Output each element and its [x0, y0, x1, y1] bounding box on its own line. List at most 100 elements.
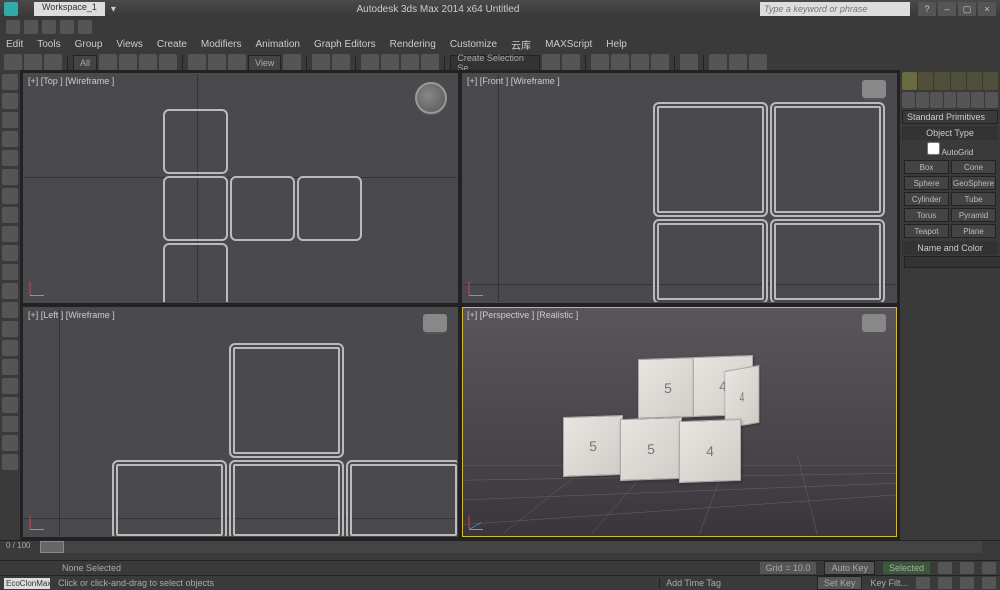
lt-tool-14-icon[interactable] [2, 435, 18, 451]
menu-customize[interactable]: Customize [450, 39, 497, 50]
layer-icon[interactable] [591, 54, 609, 72]
menu-maxscript[interactable]: MAXScript [545, 39, 592, 50]
create-sphere-button[interactable]: Sphere [904, 176, 949, 190]
lt-tool-5-icon[interactable] [2, 264, 18, 280]
menu-group[interactable]: Group [75, 39, 103, 50]
cmd-tab-modify-icon[interactable] [918, 72, 933, 90]
render-setup-icon[interactable] [709, 54, 727, 72]
keyboard-icon[interactable] [332, 54, 350, 72]
bind-icon[interactable] [44, 54, 62, 72]
help-icon[interactable]: ? [918, 2, 936, 16]
object-type-rollout[interactable]: Object Type [902, 126, 998, 140]
key-filters-button[interactable]: Key Filt... [870, 578, 908, 588]
maximize-icon[interactable]: ▢ [958, 2, 976, 16]
menu-graph-editors[interactable]: Graph Editors [314, 39, 376, 50]
timeline-track[interactable] [40, 541, 982, 553]
menu-tools[interactable]: Tools [37, 39, 60, 50]
menu-help[interactable]: Help [606, 39, 627, 50]
select-icon[interactable] [99, 54, 117, 72]
autogrid-checkbox[interactable] [927, 142, 940, 155]
cmd-tab-create-icon[interactable] [902, 72, 917, 90]
create-teapot-button[interactable]: Teapot [904, 224, 949, 238]
curve-editor-icon[interactable] [631, 54, 649, 72]
lt-tool-11-icon[interactable] [2, 378, 18, 394]
menu-modifiers[interactable]: Modifiers [201, 39, 242, 50]
nav-max-icon[interactable] [982, 577, 996, 589]
nav-zoom-icon[interactable] [938, 577, 952, 589]
minimize-icon[interactable]: – [938, 2, 956, 16]
render-icon[interactable] [749, 54, 767, 72]
sub-tab-geom-icon[interactable] [902, 92, 915, 108]
schematic-icon[interactable] [651, 54, 669, 72]
sub-tab-space-icon[interactable] [971, 92, 984, 108]
lt-paint-icon[interactable] [2, 150, 18, 166]
create-tube-button[interactable]: Tube [951, 192, 996, 206]
unlink-icon[interactable] [24, 54, 42, 72]
sub-tab-light-icon[interactable] [930, 92, 943, 108]
lt-tool-9-icon[interactable] [2, 340, 18, 356]
scale-icon[interactable] [228, 54, 246, 72]
search-input[interactable] [760, 2, 910, 16]
lt-tool-1-icon[interactable] [2, 188, 18, 204]
menu-edit[interactable]: Edit [6, 39, 23, 50]
sub-tab-cam-icon[interactable] [944, 92, 957, 108]
cmd-tab-motion-icon[interactable] [951, 72, 966, 90]
create-plane-button[interactable]: Plane [951, 224, 996, 238]
align-icon[interactable] [562, 54, 580, 72]
lt-tool-6-icon[interactable] [2, 283, 18, 299]
menu-views[interactable]: Views [116, 39, 143, 50]
viewcube-icon[interactable] [423, 314, 447, 332]
lt-tool-12-icon[interactable] [2, 397, 18, 413]
prev-key-icon[interactable] [938, 562, 952, 574]
rotate-icon[interactable] [208, 54, 226, 72]
viewport-persp-label[interactable]: [+] [Perspective ] [Realistic ] [467, 310, 578, 320]
cmd-tab-util-icon[interactable] [983, 72, 998, 90]
timeline-slider[interactable] [40, 541, 64, 553]
named-selection-combo[interactable]: Create Selection Se [450, 55, 540, 71]
create-cylinder-button[interactable]: Cylinder [904, 192, 949, 206]
cube-object[interactable]: 5 [638, 357, 698, 419]
key-mode-selected[interactable]: Selected [883, 562, 930, 574]
lt-move-icon[interactable] [2, 93, 18, 109]
cmd-tab-display-icon[interactable] [967, 72, 982, 90]
qa-open-icon[interactable] [24, 20, 38, 34]
link-icon[interactable] [4, 54, 22, 72]
primitive-type-dropdown[interactable]: Standard Primitives [902, 110, 998, 124]
create-pyramid-button[interactable]: Pyramid [951, 208, 996, 222]
object-name-input[interactable] [904, 256, 1000, 268]
viewport-perspective[interactable]: [+] [Perspective ] [Realistic ] 5 4 4 5 … [462, 307, 897, 537]
qa-save-icon[interactable] [42, 20, 56, 34]
viewport-front-label[interactable]: [+] [Front ] [Wireframe ] [467, 76, 560, 86]
pivot-icon[interactable] [283, 54, 301, 72]
selection-filter-combo[interactable]: All [73, 55, 97, 71]
material-icon[interactable] [680, 54, 698, 72]
lt-tool-2-icon[interactable] [2, 207, 18, 223]
sub-tab-sys-icon[interactable] [985, 92, 998, 108]
lt-tool-3-icon[interactable] [2, 226, 18, 242]
select-name-icon[interactable] [119, 54, 137, 72]
qa-undo-icon[interactable] [60, 20, 74, 34]
lt-rotate-icon[interactable] [2, 112, 18, 128]
name-color-rollout[interactable]: Name and Color [902, 241, 998, 255]
angle-snap-icon[interactable] [381, 54, 399, 72]
snap-icon[interactable] [361, 54, 379, 72]
create-geosphere-button[interactable]: GeoSphere [951, 176, 996, 190]
viewport-left[interactable]: [+] [Left ] [Wireframe ] [23, 307, 458, 537]
viewcube-icon[interactable] [415, 82, 447, 114]
menu-rendering[interactable]: Rendering [390, 39, 436, 50]
manip-icon[interactable] [312, 54, 330, 72]
sub-tab-helper-icon[interactable] [957, 92, 970, 108]
create-cone-button[interactable]: Cone [951, 160, 996, 174]
menu-cloud[interactable]: 云库 [511, 37, 531, 52]
qa-redo-icon[interactable] [78, 20, 92, 34]
window-crossing-icon[interactable] [159, 54, 177, 72]
explorer-icon[interactable] [611, 54, 629, 72]
viewcube-icon[interactable] [862, 314, 886, 332]
lt-tool-10-icon[interactable] [2, 359, 18, 375]
lt-tool-13-icon[interactable] [2, 416, 18, 432]
close-icon[interactable]: × [978, 2, 996, 16]
percent-snap-icon[interactable] [401, 54, 419, 72]
create-box-button[interactable]: Box [904, 160, 949, 174]
lt-scale-icon[interactable] [2, 131, 18, 147]
cube-object[interactable]: 5 [563, 415, 623, 477]
